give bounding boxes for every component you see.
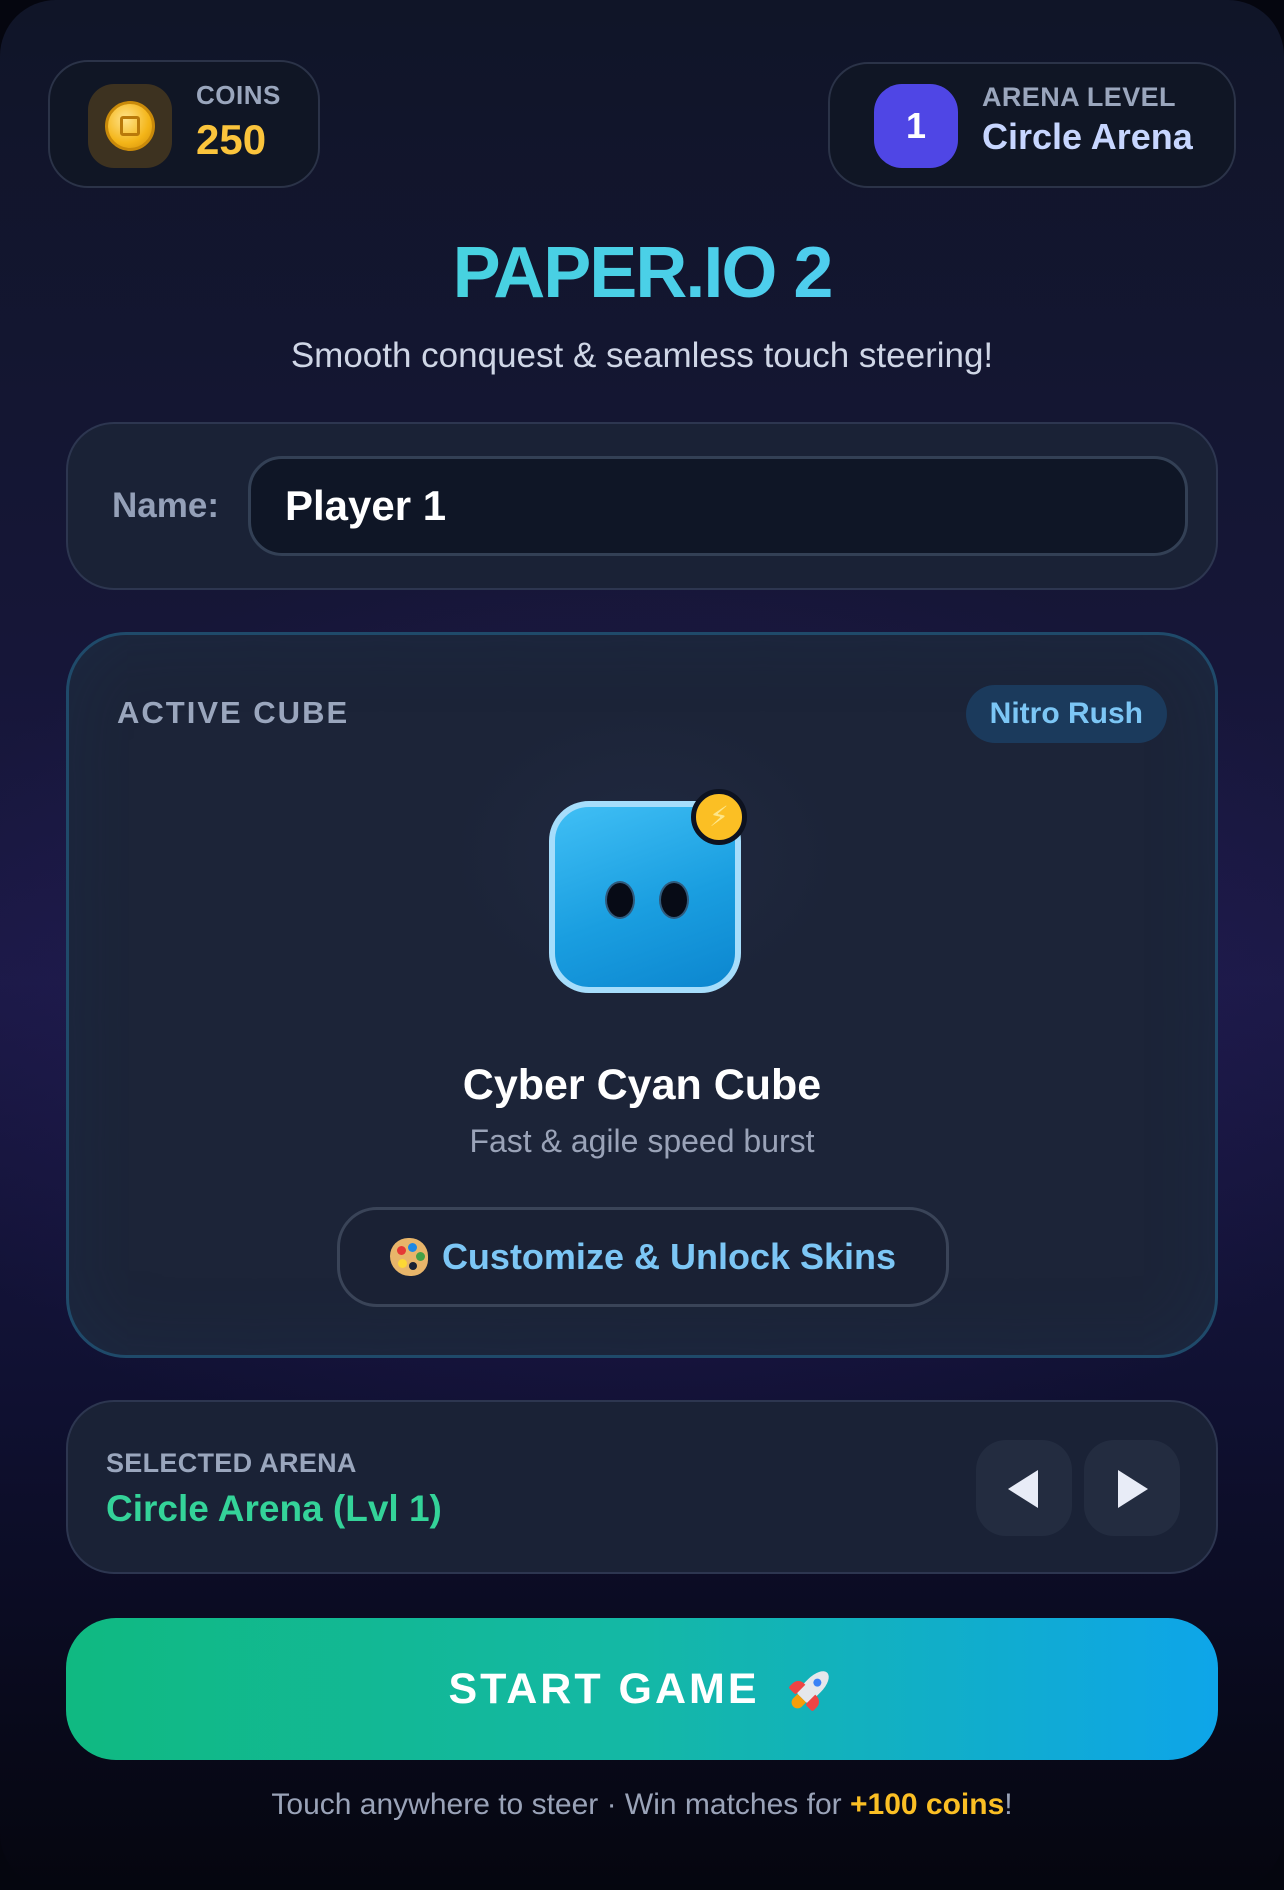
rocket-icon bbox=[775, 1654, 846, 1725]
arena-level-display: 1 ARENA LEVEL Circle Arena bbox=[828, 62, 1236, 188]
active-cube-label: ACTIVE CUBE bbox=[117, 695, 350, 730]
start-game-button[interactable]: START GAME bbox=[66, 1618, 1218, 1760]
ability-badge: Nitro Rush bbox=[965, 685, 1167, 743]
arena-level-label: ARENA LEVEL bbox=[982, 82, 1176, 112]
game-menu-screen: COINS 250 1 ARENA LEVEL Circle Arena PAP… bbox=[0, 0, 1284, 1890]
coins-display: COINS 250 bbox=[48, 60, 320, 188]
start-game-label: START GAME bbox=[448, 1664, 760, 1713]
arena-level-badge: 1 bbox=[874, 84, 958, 168]
cube-left-eye bbox=[605, 881, 635, 919]
selected-arena-value: Circle Arena (Lvl 1) bbox=[106, 1488, 442, 1529]
footer-text-after: ! bbox=[1004, 1788, 1013, 1821]
footer-hint: Touch anywhere to steer · Win matches fo… bbox=[0, 1788, 1284, 1822]
arena-selector: SELECTED ARENA Circle Arena (Lvl 1) bbox=[66, 1400, 1218, 1574]
cube-description: Fast & agile speed burst bbox=[469, 1123, 815, 1159]
player-name-card: Name: bbox=[66, 422, 1218, 590]
coin-badge bbox=[88, 84, 172, 168]
customize-skins-button[interactable]: Customize & Unlock Skins bbox=[337, 1207, 949, 1307]
coins-label: COINS bbox=[196, 80, 281, 110]
bolt-icon: ⚡ bbox=[691, 789, 747, 845]
name-label: Name: bbox=[112, 486, 219, 525]
player-name-input[interactable] bbox=[248, 456, 1188, 556]
triangle-right-icon bbox=[1118, 1470, 1148, 1508]
palette-icon bbox=[389, 1238, 428, 1276]
arena-level-name: Circle Arena bbox=[982, 116, 1193, 157]
cube-name: Cyber Cyan Cube bbox=[462, 1061, 822, 1109]
game-subtitle: Smooth conquest & seamless touch steerin… bbox=[290, 336, 994, 375]
cube-right-eye bbox=[659, 881, 689, 919]
triangle-left-icon bbox=[1008, 1470, 1038, 1508]
footer-text-before: Touch anywhere to steer · Win matches fo… bbox=[271, 1788, 850, 1821]
next-arena-button[interactable] bbox=[1084, 1440, 1180, 1536]
previous-arena-button[interactable] bbox=[976, 1440, 1072, 1536]
coin-icon bbox=[105, 101, 155, 151]
customize-skins-label: Customize & Unlock Skins bbox=[441, 1236, 897, 1277]
coins-value: 250 bbox=[196, 116, 267, 163]
footer-reward: +100 coins bbox=[849, 1788, 1005, 1821]
game-title: PAPER.IO 2 bbox=[0, 232, 1284, 314]
active-cube-card: ACTIVE CUBE Nitro Rush ⚡ Cyber Cyan Cube… bbox=[66, 632, 1218, 1358]
selected-arena-label: SELECTED ARENA bbox=[106, 1448, 357, 1478]
